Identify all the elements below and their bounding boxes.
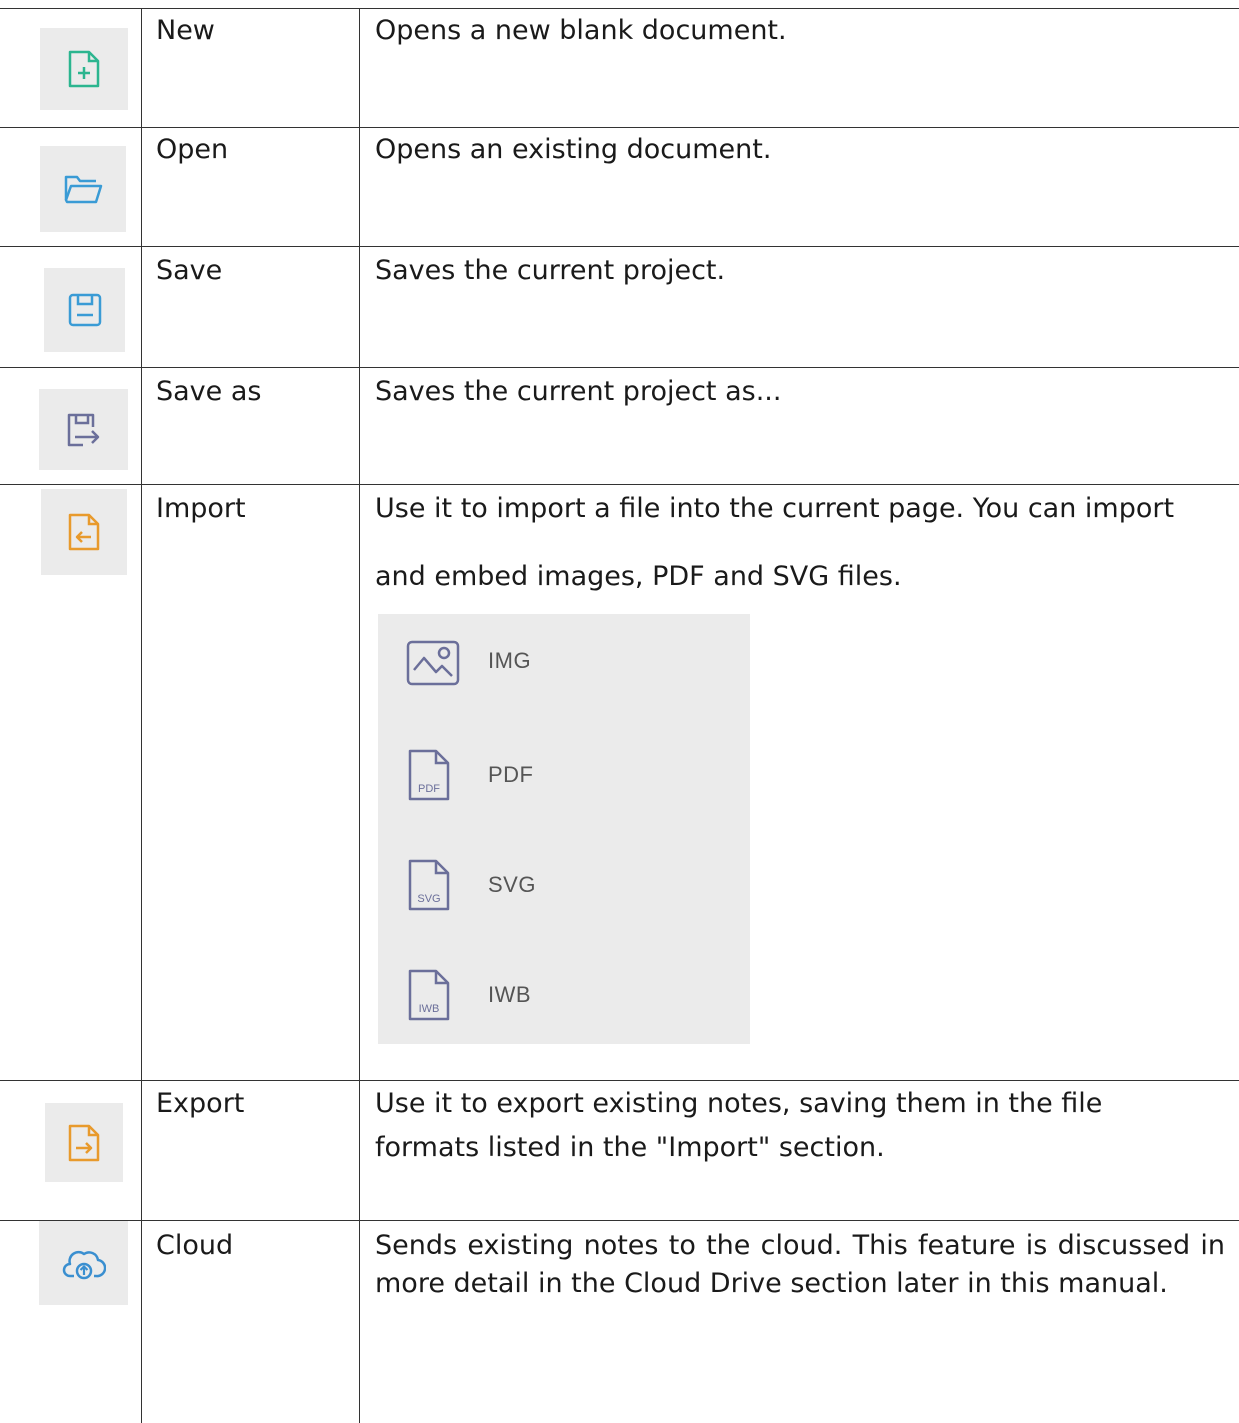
- export-icon: [68, 1124, 100, 1161]
- feature-table: New Opens a new blank document. Open Ope…: [0, 0, 1239, 1423]
- cloud-upload-icon: [62, 1250, 106, 1280]
- save-icon-tile[interactable]: [44, 268, 125, 352]
- menu-item-label: IWB: [488, 982, 532, 1007]
- row-divider: [0, 246, 1239, 247]
- menu-item-label: PDF: [488, 762, 534, 787]
- pdf-file-icon: PDF: [408, 749, 450, 801]
- feature-description-line: and embed images, PDF and SVG files.: [375, 561, 902, 592]
- row-divider: [0, 367, 1239, 368]
- feature-name: Import: [156, 493, 246, 524]
- column-divider: [359, 8, 360, 1423]
- feature-description: Sends existing notes to the cloud. This …: [375, 1230, 1225, 1299]
- new-icon-tile[interactable]: [40, 28, 128, 110]
- image-icon: [406, 640, 460, 686]
- save-as-icon: [67, 413, 99, 446]
- save-as-icon-tile[interactable]: [39, 389, 128, 470]
- feature-description: Opens a new blank document.: [375, 15, 787, 46]
- open-icon-tile[interactable]: [40, 146, 126, 232]
- menu-item-pdf[interactable]: PDF PDF: [406, 748, 706, 801]
- save-icon: [68, 293, 101, 327]
- new-file-icon: [68, 50, 100, 88]
- row-divider: [0, 484, 1239, 485]
- export-icon-tile[interactable]: [45, 1103, 123, 1182]
- feature-name: Export: [156, 1088, 245, 1119]
- feature-name: Cloud: [156, 1230, 234, 1261]
- import-icon-tile[interactable]: [41, 489, 127, 575]
- feature-name: New: [156, 15, 215, 46]
- feature-description: Saves the current project.: [375, 255, 726, 286]
- row-divider: [0, 1080, 1239, 1081]
- column-divider: [141, 8, 142, 1423]
- svg-badge: SVG: [417, 893, 440, 905]
- feature-description-line: Use it to export existing notes, saving …: [375, 1088, 1103, 1119]
- menu-item-iwb[interactable]: IWB IWB: [406, 968, 706, 1021]
- import-icon: [68, 513, 100, 551]
- pdf-badge: PDF: [418, 783, 440, 795]
- feature-description-line: formats listed in the "Import" section.: [375, 1132, 885, 1163]
- iwb-file-icon: IWB: [408, 969, 450, 1021]
- folder-open-icon: [64, 175, 103, 204]
- table-border-top: [0, 8, 1239, 9]
- import-format-menu: IMG PDF PDF SVG SVG IWB IWB: [378, 614, 750, 1044]
- cloud-icon-tile[interactable]: [39, 1221, 128, 1305]
- feature-description: Opens an existing document.: [375, 134, 772, 165]
- svg-file-icon: SVG: [408, 859, 450, 911]
- menu-item-label: IMG: [488, 648, 532, 673]
- menu-item-label: SVG: [488, 872, 536, 897]
- iwb-badge: IWB: [419, 1003, 440, 1015]
- menu-item-img[interactable]: IMG: [406, 640, 706, 690]
- feature-description-line: Use it to import a file into the current…: [375, 493, 1175, 524]
- feature-description: Saves the current project as...: [375, 376, 782, 407]
- feature-name: Save as: [156, 376, 262, 407]
- row-divider: [0, 127, 1239, 128]
- feature-name: Open: [156, 134, 229, 165]
- menu-item-svg[interactable]: SVG SVG: [406, 858, 706, 911]
- row-divider: [0, 1220, 1239, 1221]
- feature-name: Save: [156, 255, 223, 286]
